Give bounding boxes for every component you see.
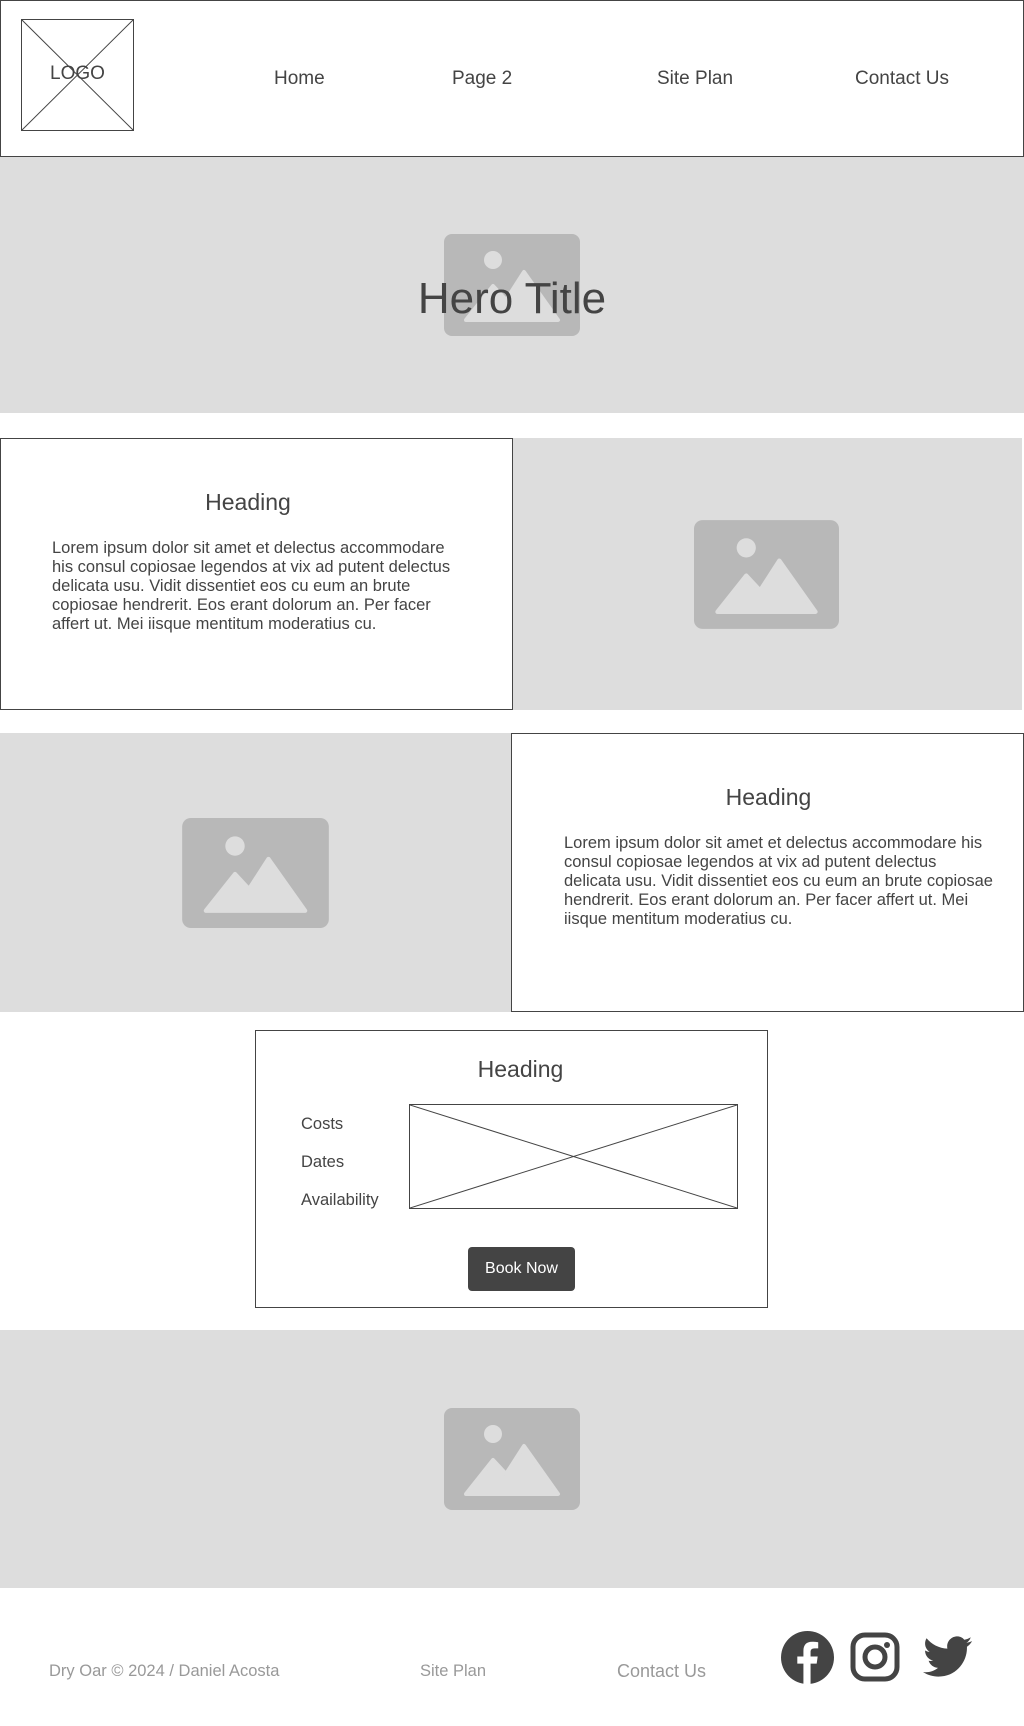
hero-title: Hero Title bbox=[417, 274, 607, 323]
nav-site-plan[interactable]: Site Plan bbox=[657, 68, 733, 90]
logo-text: LOGO bbox=[50, 63, 105, 84]
footer-site-plan-link[interactable]: Site Plan bbox=[420, 1662, 486, 1681]
feature-2-text: Lorem ipsum dolor sit amet et delectus a… bbox=[564, 834, 993, 928]
hero-section: Hero Title bbox=[0, 157, 1024, 413]
feature-1-image bbox=[513, 438, 1022, 710]
logo[interactable]: LOGO bbox=[21, 19, 134, 131]
costs-label: Costs bbox=[301, 1115, 344, 1133]
feature-card-1: Heading Lorem ipsum dolor sit amet et de… bbox=[0, 438, 513, 710]
nav-contact-us[interactable]: Contact Us bbox=[855, 68, 949, 90]
feature-card-2: Heading Lorem ipsum dolor sit amet et de… bbox=[511, 733, 1024, 1012]
availability-label: Availability bbox=[301, 1191, 379, 1209]
footer-contact-link[interactable]: Contact Us bbox=[617, 1661, 706, 1682]
booking-image-placeholder bbox=[409, 1104, 738, 1209]
feature-2-image bbox=[0, 733, 511, 1012]
facebook-icon[interactable] bbox=[781, 1631, 834, 1684]
bottom-image-section bbox=[0, 1330, 1024, 1588]
feature-1-heading: Heading bbox=[205, 489, 291, 515]
footer-copyright: Dry Oar © 2024 / Daniel Acosta bbox=[49, 1662, 280, 1680]
booking-heading: Heading bbox=[477, 1056, 564, 1082]
image-placeholder-icon bbox=[182, 818, 329, 928]
image-placeholder-icon bbox=[444, 1408, 580, 1510]
book-now-button[interactable]: Book Now bbox=[468, 1247, 575, 1291]
nav-page-2[interactable]: Page 2 bbox=[452, 68, 512, 90]
twitter-icon[interactable] bbox=[923, 1636, 973, 1678]
dates-label: Dates bbox=[301, 1153, 345, 1171]
booking-card: Heading Costs Dates Availability Book No… bbox=[255, 1030, 768, 1308]
site-footer: Dry Oar © 2024 / Daniel Acosta Site Plan… bbox=[0, 1588, 1024, 1726]
site-header: LOGO Home Page 2 Site Plan Contact Us bbox=[0, 0, 1024, 157]
instagram-icon[interactable] bbox=[850, 1632, 900, 1682]
image-placeholder-icon bbox=[694, 520, 839, 629]
feature-1-text: Lorem ipsum dolor sit amet et delectus a… bbox=[52, 539, 451, 633]
nav-home[interactable]: Home bbox=[274, 68, 325, 90]
feature-2-heading: Heading bbox=[725, 784, 812, 810]
